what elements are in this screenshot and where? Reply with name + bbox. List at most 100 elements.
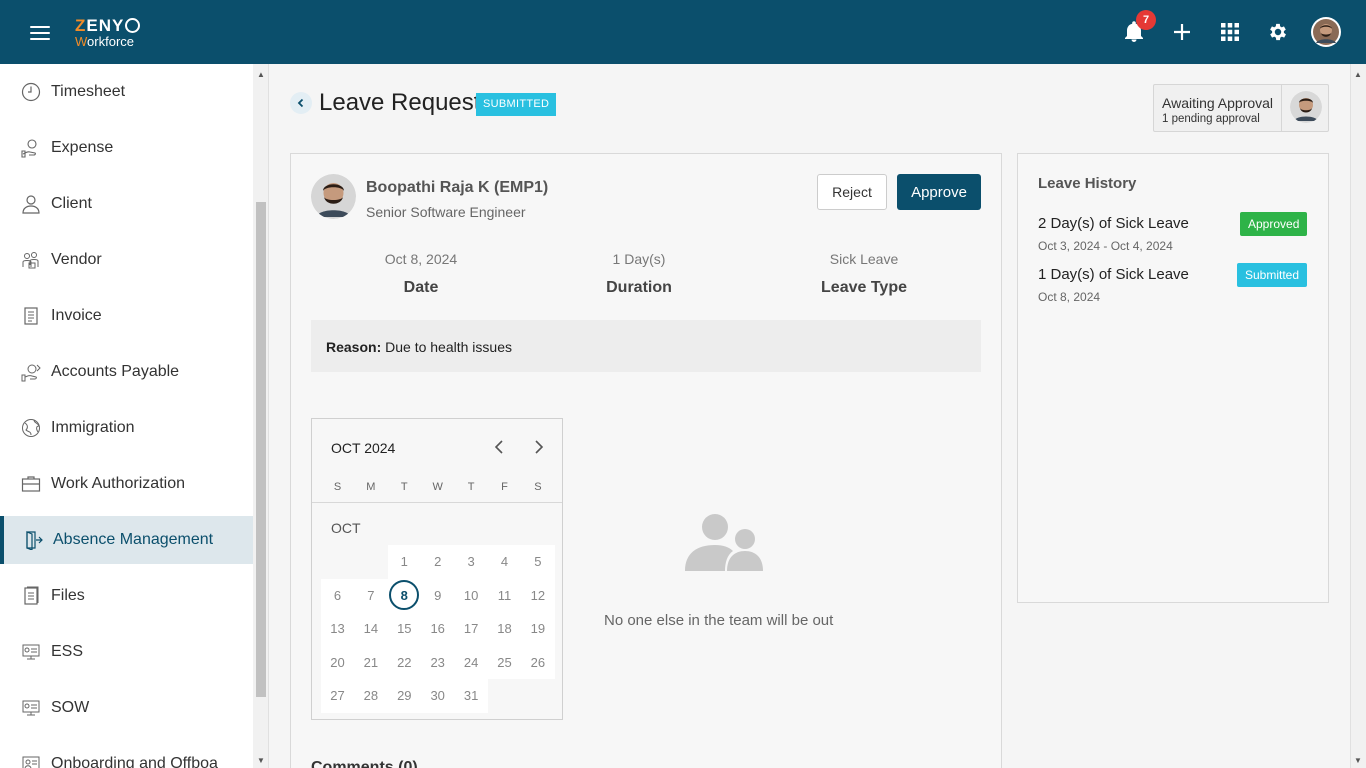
calendar-month-label: OCT: [331, 520, 361, 536]
apps-grid-icon[interactable]: [1216, 18, 1244, 46]
page-title: Leave Request: [319, 89, 481, 116]
scroll-down-arrow-icon[interactable]: ▼: [1350, 752, 1366, 768]
top-navbar: ZENY Workforce 7: [0, 0, 1366, 64]
calendar-day-selected[interactable]: 8: [388, 579, 421, 612]
settings-gear-icon[interactable]: [1264, 18, 1292, 46]
sidebar-item-ess[interactable]: ESS: [0, 628, 253, 676]
sidebar: Timesheet Expense Client Vendor Invoice …: [0, 64, 253, 768]
calendar-day[interactable]: 31: [455, 679, 488, 712]
sidebar-item-vendor[interactable]: Vendor: [0, 236, 253, 284]
calendar-day[interactable]: 2: [421, 545, 454, 578]
sidebar-item-work-authorization[interactable]: Work Authorization: [0, 460, 253, 508]
calendar-day[interactable]: 28: [354, 679, 387, 712]
sidebar-item-label: Timesheet: [51, 83, 126, 100]
sidebar-item-label: ESS: [51, 643, 84, 660]
sidebar-scroll-thumb[interactable]: [256, 202, 266, 697]
awaiting-approval-panel[interactable]: Awaiting Approval 1 pending approval: [1153, 84, 1329, 132]
sidebar-item-expense[interactable]: Expense: [0, 124, 253, 172]
awaiting-approval-title: Awaiting Approval: [1162, 95, 1274, 111]
onboarding-icon: [20, 753, 42, 768]
back-button[interactable]: [290, 92, 312, 114]
calendar-day[interactable]: 27: [321, 679, 354, 712]
chevron-left-icon[interactable]: [490, 438, 508, 456]
calendar-day[interactable]: 26: [521, 646, 554, 679]
sidebar-item-label: Immigration: [51, 419, 135, 436]
scroll-down-arrow-icon[interactable]: ▼: [253, 752, 269, 768]
calendar-day[interactable]: 18: [488, 612, 521, 645]
add-icon[interactable]: [1168, 18, 1196, 46]
sidebar-item-label: Vendor: [51, 251, 102, 268]
reason-label: Reason:: [326, 339, 382, 355]
app-logo[interactable]: ZENY Workforce: [75, 17, 141, 48]
calendar-day[interactable]: 14: [354, 612, 387, 645]
payable-icon: [20, 361, 42, 383]
user-icon: [20, 193, 42, 215]
calendar-day[interactable]: 23: [421, 646, 454, 679]
stat-date: Oct 8, 2024 Date: [321, 251, 521, 297]
calendar-day[interactable]: 1: [388, 545, 421, 578]
calendar-day[interactable]: 4: [488, 545, 521, 578]
reason-text: Due to health issues: [385, 339, 512, 355]
calendar-day[interactable]: 5: [521, 545, 554, 578]
calendar-day[interactable]: 30: [421, 679, 454, 712]
sidebar-item-invoice[interactable]: Invoice: [0, 292, 253, 340]
sidebar-item-accounts-payable[interactable]: Accounts Payable: [0, 348, 253, 396]
invoice-icon: [20, 305, 42, 327]
stat-duration: 1 Day(s) Duration: [539, 251, 739, 297]
calendar-day[interactable]: 24: [455, 646, 488, 679]
stat-value: Oct 8, 2024: [384, 251, 458, 267]
calendar-day[interactable]: 19: [521, 612, 554, 645]
reject-button[interactable]: Reject: [817, 174, 887, 210]
calendar-day[interactable]: 20: [321, 646, 354, 679]
sidebar-item-files[interactable]: Files: [0, 572, 253, 620]
calendar-day[interactable]: 29: [388, 679, 421, 712]
file-icon: [20, 585, 42, 607]
calendar-day[interactable]: 7: [354, 579, 387, 612]
sidebar-item-client[interactable]: Client: [0, 180, 253, 228]
calendar-day[interactable]: 9: [421, 579, 454, 612]
sidebar-item-label: Onboarding and Offboa: [51, 755, 218, 768]
money-hand-icon: [20, 137, 42, 159]
page-scrollbar[interactable]: [1350, 64, 1366, 768]
history-item-title: 1 Day(s) of Sick Leave: [1038, 266, 1189, 283]
stat-label: Leave Type: [821, 279, 907, 296]
stat-value: 1 Day(s): [612, 251, 666, 267]
sidebar-item-timesheet[interactable]: Timesheet: [0, 68, 253, 116]
calendar-day[interactable]: 17: [455, 612, 488, 645]
empty-state-text: No one else in the team will be out: [604, 612, 834, 629]
calendar-weekday: T: [467, 481, 475, 493]
employee-role: Senior Software Engineer: [366, 204, 526, 220]
divider: [1281, 85, 1282, 131]
calendar-day[interactable]: 3: [455, 545, 488, 578]
calendar-day[interactable]: 13: [321, 612, 354, 645]
sidebar-item-sow[interactable]: SOW: [0, 684, 253, 732]
calendar-day[interactable]: 22: [388, 646, 421, 679]
menu-icon[interactable]: [30, 26, 50, 40]
calendar-weekday: S: [333, 481, 342, 493]
clock-icon: [20, 81, 42, 103]
sidebar-item-absence-management[interactable]: Absence Management: [0, 516, 253, 564]
calendar-day[interactable]: 10: [455, 579, 488, 612]
sidebar-item-immigration[interactable]: Immigration: [0, 404, 253, 452]
calendar-day[interactable]: 6: [321, 579, 354, 612]
stat-label: Duration: [606, 279, 672, 296]
scroll-up-arrow-icon[interactable]: ▲: [253, 66, 269, 82]
calendar-day[interactable]: 12: [521, 579, 554, 612]
ess-icon: [20, 641, 42, 663]
calendar-day[interactable]: 21: [354, 646, 387, 679]
calendar-day[interactable]: 11: [488, 579, 521, 612]
chevron-right-icon[interactable]: [530, 438, 548, 456]
sidebar-item-onboarding[interactable]: Onboarding and Offboa: [0, 740, 253, 768]
reason-box: Reason: Due to health issues: [311, 320, 981, 372]
leave-history-title: Leave History: [1038, 175, 1137, 192]
calendar-day[interactable]: 16: [421, 612, 454, 645]
user-avatar[interactable]: [1311, 17, 1341, 47]
calendar-weekday: W: [432, 481, 443, 493]
stat-label: Date: [403, 279, 439, 296]
calendar-day[interactable]: 15: [388, 612, 421, 645]
calendar-weekday: T: [400, 481, 408, 493]
history-item-dates: Oct 8, 2024: [1038, 290, 1101, 304]
scroll-up-arrow-icon[interactable]: ▲: [1350, 66, 1366, 82]
calendar-day[interactable]: 25: [488, 646, 521, 679]
approve-button[interactable]: Approve: [897, 174, 981, 210]
